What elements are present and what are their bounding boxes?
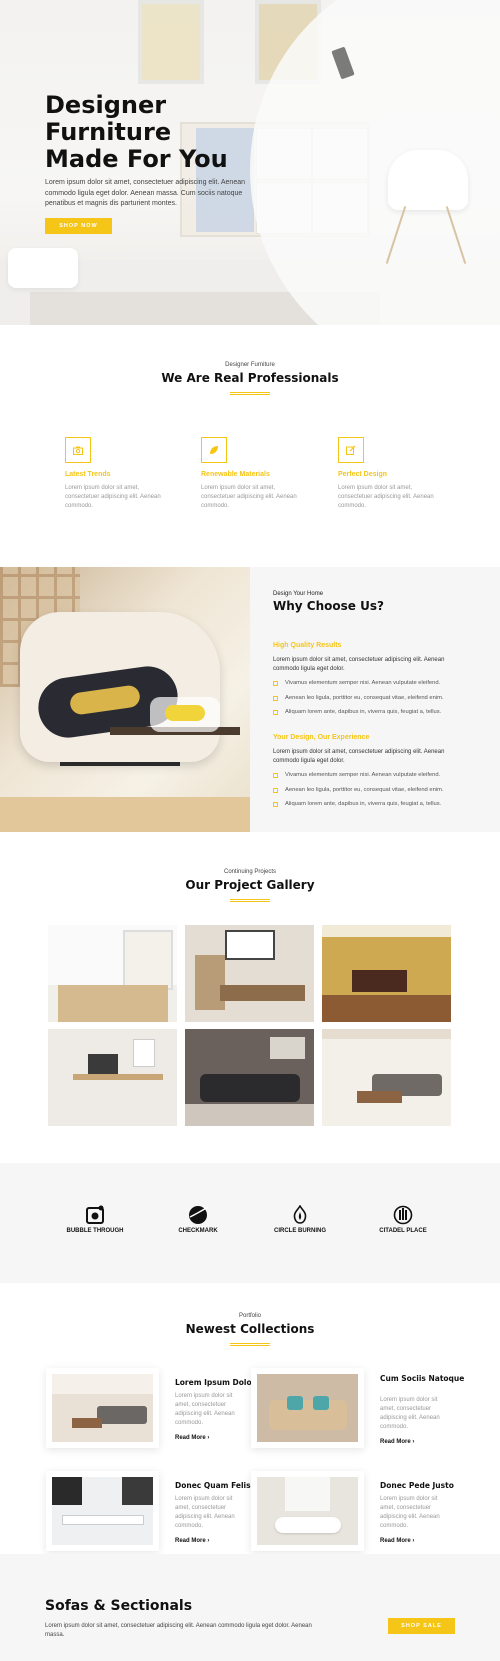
feature-text: Lorem ipsum dolor sit amet, consectetuer… xyxy=(65,485,161,509)
edit-icon xyxy=(338,437,364,463)
why-list-item: Aenean leo ligula, porttitor eu, consequ… xyxy=(273,695,444,701)
flame-icon xyxy=(289,1204,311,1225)
feature-text: Lorem ipsum dolor sit amet, consectetuer… xyxy=(338,485,434,509)
hero-text: Lorem ipsum dolor sit amet, consectetuer… xyxy=(45,179,245,207)
why-subtitle: High Quality Results xyxy=(273,642,342,649)
title-underline xyxy=(230,392,270,395)
why-list-item: Vivamus elementum semper nisi. Aenean vu… xyxy=(273,680,440,686)
why-kicker: Design Your Home xyxy=(273,591,324,597)
logo-checkmark[interactable]: CHECKMARK xyxy=(153,1205,243,1234)
why-title: Why Choose Us? xyxy=(273,599,384,613)
feature-title: Renewable Materials xyxy=(201,471,270,478)
shop-sale-button[interactable]: Shop Sale xyxy=(388,1618,455,1634)
feature-renewable-materials: Renewable Materials Lorem ipsum dolor si… xyxy=(201,437,311,511)
why-list-item: Aliquam lorem ante, dapibus in, viverra … xyxy=(273,801,441,807)
cta-section: Sofas & Sectionals Lorem ipsum dolor sit… xyxy=(0,1554,500,1661)
why-choose-section: Design Your Home Why Choose Us? High Qua… xyxy=(0,567,500,832)
professionals-title: We Are Real Professionals xyxy=(161,371,339,385)
hero-section: Designer Furniture Made For You Lorem ip… xyxy=(0,0,500,325)
leaf-icon xyxy=(201,437,227,463)
collection-card-image[interactable] xyxy=(251,1471,364,1551)
why-list-item: Vivamus elementum semper nisi. Aenean vu… xyxy=(273,772,440,778)
gallery-image[interactable] xyxy=(322,1029,451,1126)
client-logos-section: BUBBLE THROUGH CHECKMARK CIRCLE BURNING … xyxy=(0,1163,500,1283)
collection-card-image[interactable] xyxy=(251,1368,364,1448)
gallery-image[interactable] xyxy=(185,1029,314,1126)
chair-image xyxy=(388,150,468,210)
gallery-image[interactable] xyxy=(48,925,177,1022)
collection-card-image[interactable] xyxy=(46,1471,159,1551)
collection-text: Lorem ipsum dolor sit amet, consectetuer… xyxy=(175,1496,235,1529)
why-subtitle: Your Design, Our Experience xyxy=(273,734,370,741)
gallery-image[interactable] xyxy=(185,925,314,1022)
lounge-chair-photo xyxy=(0,567,250,832)
check-icon xyxy=(273,709,278,715)
hero-title: Designer Furniture Made For You xyxy=(45,91,228,173)
read-more-link[interactable]: Read More › xyxy=(175,1538,209,1544)
citadel-icon xyxy=(392,1205,414,1225)
shop-now-button[interactable]: Shop Now xyxy=(45,218,112,234)
globe-check-icon xyxy=(187,1205,209,1225)
gallery-title: Our Project Gallery xyxy=(185,878,315,892)
title-underline xyxy=(230,899,270,902)
check-icon xyxy=(273,680,278,686)
check-icon xyxy=(273,801,278,807)
collection-text: Lorem ipsum dolor sit amet, consectetuer… xyxy=(175,1393,235,1426)
why-desc: Lorem ipsum dolor sit amet, consectetuer… xyxy=(273,657,445,672)
collections-title: Newest Collections xyxy=(185,1322,315,1336)
professionals-kicker: Designer Furniture xyxy=(225,362,275,368)
check-icon xyxy=(273,772,278,778)
collection-title: Donec Pede Justo xyxy=(380,1481,454,1490)
collection-text: Lorem ipsum dolor sit amet, consectetuer… xyxy=(380,1496,440,1529)
gallery-image[interactable] xyxy=(48,1029,177,1126)
why-list-item: Aliquam lorem ante, dapibus in, viverra … xyxy=(273,709,441,715)
gallery-kicker: Continuing Projects xyxy=(223,869,277,875)
collection-text: Lorem ipsum dolor sit amet, consectetuer… xyxy=(380,1397,440,1430)
collection-title: Cum Sociis Natoque xyxy=(380,1374,465,1383)
why-desc: Lorem ipsum dolor sit amet, consectetuer… xyxy=(273,749,445,764)
cta-title: Sofas & Sectionals xyxy=(45,1598,193,1614)
feature-latest-trends: Latest Trends Lorem ipsum dolor sit amet… xyxy=(65,437,175,511)
check-icon xyxy=(273,695,278,701)
read-more-link[interactable]: Read More › xyxy=(380,1538,414,1544)
logo-bubble-through[interactable]: BUBBLE THROUGH xyxy=(50,1205,140,1234)
feature-title: Perfect Design xyxy=(338,471,388,478)
gallery-image[interactable] xyxy=(322,925,451,1022)
check-icon xyxy=(273,787,278,793)
collections-kicker: Portfolio xyxy=(238,1313,261,1319)
title-underline xyxy=(230,1343,270,1346)
logo-circle-burning[interactable]: CIRCLE BURNING xyxy=(255,1204,345,1234)
read-more-link[interactable]: Read More › xyxy=(380,1439,414,1445)
camera-logo-icon xyxy=(84,1205,106,1225)
read-more-link[interactable]: Read More › xyxy=(175,1435,209,1441)
wall-art-left xyxy=(138,0,204,84)
feature-title: Latest Trends xyxy=(65,471,111,478)
feature-text: Lorem ipsum dolor sit amet, consectetuer… xyxy=(201,485,297,509)
plant-pot-image xyxy=(8,248,78,288)
logo-citadel-place[interactable]: CITADEL PLACE xyxy=(358,1205,448,1234)
why-list-item: Aenean leo ligula, porttitor eu, consequ… xyxy=(273,787,444,793)
cta-text: Lorem ipsum dolor sit amet, consectetuer… xyxy=(45,1623,312,1638)
camera-icon xyxy=(65,437,91,463)
feature-perfect-design: Perfect Design Lorem ipsum dolor sit ame… xyxy=(338,437,448,511)
collection-card-image[interactable] xyxy=(46,1368,159,1448)
